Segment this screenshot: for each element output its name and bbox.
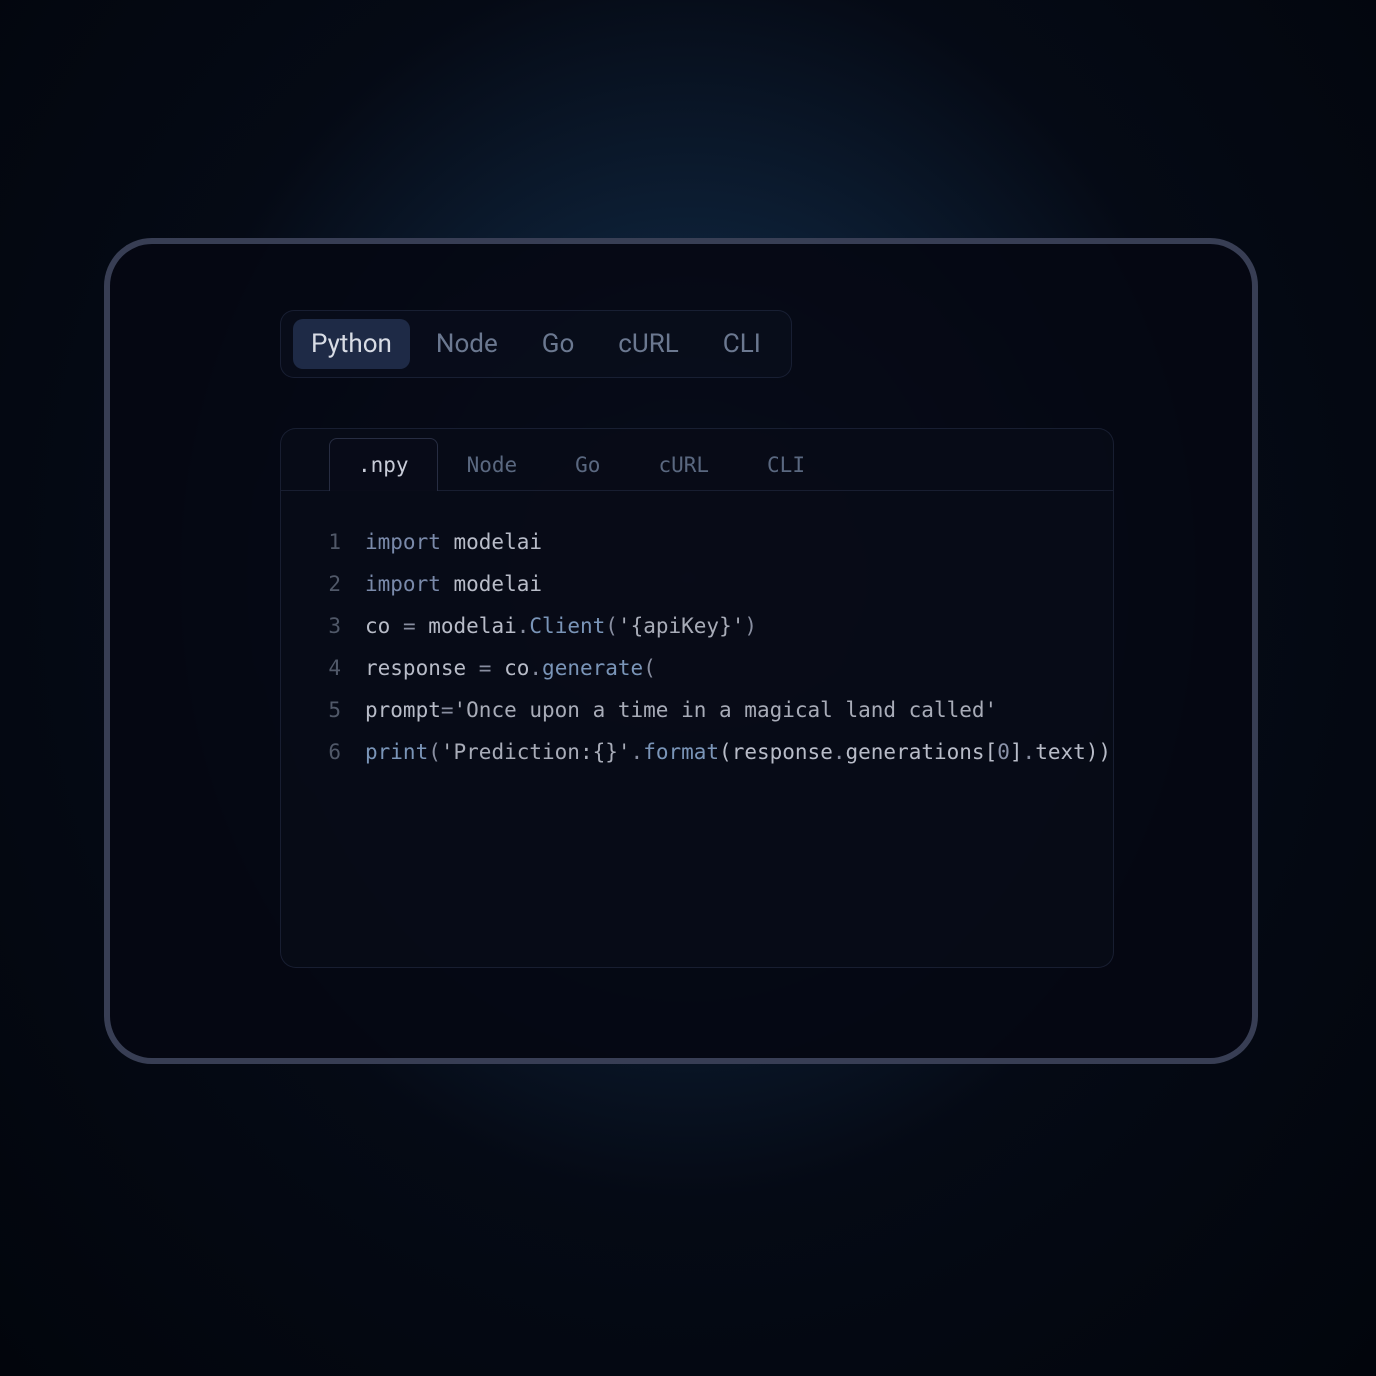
- code-window: PythonNodeGocURLCLI .npyNodeGocURLCLI 1i…: [104, 238, 1258, 1064]
- tab-curl[interactable]: cURL: [600, 319, 697, 369]
- tab-cli[interactable]: CLI: [705, 319, 779, 369]
- code-content: response = co.generate(: [365, 647, 656, 689]
- code-content: prompt='Once upon a time in a magical la…: [365, 689, 997, 731]
- language-tabs-outer: PythonNodeGocURLCLI: [280, 310, 792, 378]
- inner-tab-node[interactable]: Node: [438, 438, 547, 491]
- line-number: 6: [301, 731, 341, 773]
- code-content: import modelai: [365, 563, 542, 605]
- inner-tab-go[interactable]: Go: [546, 438, 629, 491]
- language-tabs-inner: .npyNodeGocURLCLI: [281, 429, 1113, 491]
- code-line: 5 prompt='Once upon a time in a magical l…: [301, 689, 1093, 731]
- line-number: 2: [301, 563, 341, 605]
- code-line: 2 import modelai: [301, 563, 1093, 605]
- code-panel: .npyNodeGocURLCLI 1 import modelai 2 import…: [280, 428, 1114, 968]
- code-line: 4 response = co.generate(: [301, 647, 1093, 689]
- code-content: print('Prediction:{}'.format(response.ge…: [365, 731, 1111, 773]
- tab-node[interactable]: Node: [418, 319, 516, 369]
- tab-python[interactable]: Python: [293, 319, 410, 369]
- line-number: 1: [301, 521, 341, 563]
- code-block: 1 import modelai 2 import modelai 3 co = mode…: [281, 491, 1113, 803]
- line-number: 5: [301, 689, 341, 731]
- code-content: import modelai: [365, 521, 542, 563]
- line-number: 3: [301, 605, 341, 647]
- inner-tab-cli[interactable]: CLI: [738, 438, 834, 491]
- code-line: 1 import modelai: [301, 521, 1093, 563]
- line-number: 4: [301, 647, 341, 689]
- code-line: 6print('Prediction:{}'.format(response.g…: [301, 731, 1093, 773]
- tab-go[interactable]: Go: [524, 319, 593, 369]
- code-line: 3 co = modelai.Client('{apiKey}'): [301, 605, 1093, 647]
- inner-tab-npy[interactable]: .npy: [329, 438, 438, 491]
- inner-tab-curl[interactable]: cURL: [629, 438, 738, 491]
- code-content: co = modelai.Client('{apiKey}'): [365, 605, 757, 647]
